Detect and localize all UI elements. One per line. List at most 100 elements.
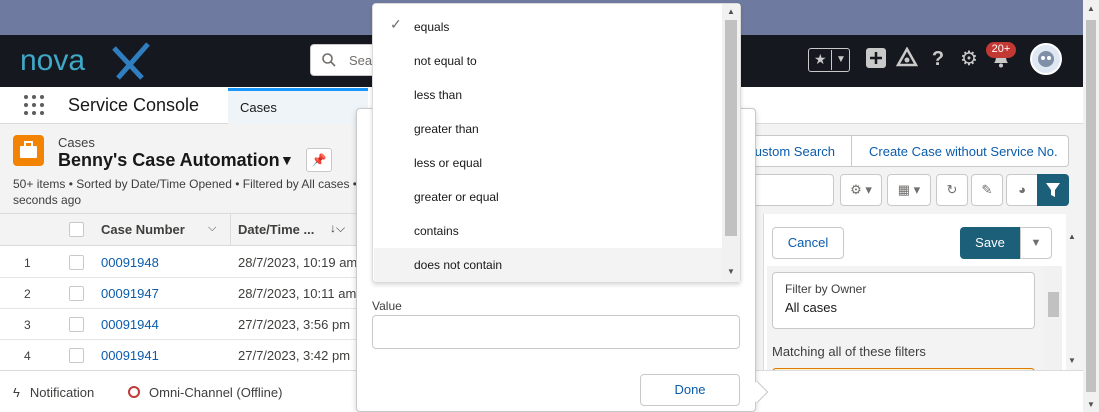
value-label: Value xyxy=(372,299,402,313)
edit-columns-button[interactable]: ✎ xyxy=(971,174,1003,206)
chevron-down-icon[interactable]: ▼ xyxy=(280,152,294,168)
table-row[interactable]: 2 00091947 28/7/2023, 10:11 am xyxy=(0,278,356,309)
operator-option[interactable]: contains xyxy=(374,214,724,248)
date-time-opened: 27/7/2023, 3:56 pm xyxy=(238,317,351,332)
star-icon: ★ xyxy=(814,51,827,67)
charts-button[interactable]: ◕ xyxy=(1006,174,1038,206)
date-time-opened: 27/7/2023, 3:42 pm xyxy=(238,348,351,363)
row-checkbox[interactable] xyxy=(69,255,84,270)
table-row[interactable]: 1 00091948 28/7/2023, 10:19 am xyxy=(0,247,358,278)
operator-option[interactable]: ✓ equals xyxy=(374,10,724,44)
scroll-down-icon[interactable]: ▼ xyxy=(1068,356,1076,365)
global-actions-icon[interactable] xyxy=(864,47,888,71)
sort-arrow-icon: ↓⌵ xyxy=(330,221,346,235)
operator-option[interactable]: greater or equal xyxy=(374,180,724,214)
column-divider xyxy=(230,213,231,246)
select-all-checkbox[interactable] xyxy=(69,222,84,237)
favorites-button[interactable]: ★ ▼ xyxy=(808,48,850,72)
chevron-down-icon[interactable]: ⌵ xyxy=(208,222,216,235)
help-icon[interactable]: ? xyxy=(926,47,950,71)
utility-label: Notification xyxy=(29,385,95,400)
case-number-link[interactable]: 00091947 xyxy=(101,286,159,301)
pin-icon[interactable]: 📌 xyxy=(306,148,332,172)
utility-omni-channel[interactable]: Omni-Channel (Offline) xyxy=(128,385,282,400)
utility-label: Omni-Channel (Offline) xyxy=(149,385,283,400)
table-row[interactable]: 4 00091941 27/7/2023, 3:42 pm xyxy=(0,340,356,371)
refresh-button[interactable]: ↻ xyxy=(936,174,968,206)
case-number-link[interactable]: 00091941 xyxy=(101,348,159,363)
pencil-icon: ✎ xyxy=(981,182,993,197)
operator-option[interactable]: does not contain xyxy=(374,248,724,282)
cancel-button[interactable]: Cancel xyxy=(772,227,844,259)
operator-option[interactable]: not equal to xyxy=(374,44,724,78)
done-button[interactable]: Done xyxy=(640,374,740,406)
refresh-icon: ↻ xyxy=(946,182,958,197)
dropdown-scroll-thumb[interactable] xyxy=(725,20,737,236)
tab-cases[interactable]: Cases xyxy=(228,88,368,124)
row-checkbox[interactable] xyxy=(69,317,84,332)
save-button[interactable]: Save xyxy=(960,227,1020,259)
operator-option[interactable]: less than xyxy=(374,78,724,112)
avatar[interactable] xyxy=(1030,43,1062,75)
option-label: greater or equal xyxy=(414,190,499,204)
date-time-opened: 28/7/2023, 10:19 am xyxy=(238,255,358,270)
case-number-link[interactable]: 00091948 xyxy=(101,255,159,270)
gear-icon: ⚙ ▾ xyxy=(850,182,872,197)
utility-notification[interactable]: ϟ Notification xyxy=(13,385,94,400)
column-header-date-time[interactable]: Date/Time ... xyxy=(238,222,314,237)
object-label: Cases xyxy=(58,135,95,150)
app-launcher-icon[interactable] xyxy=(24,95,46,117)
trailhead-icon[interactable] xyxy=(895,46,919,71)
table-icon: ▦ ▾ xyxy=(897,182,921,197)
lightning-icon: ϟ xyxy=(13,385,20,400)
global-search[interactable]: Search... xyxy=(310,44,401,76)
case-icon xyxy=(13,135,44,166)
display-as-button[interactable]: ▦ ▾ xyxy=(887,174,931,206)
column-header-case-number[interactable]: Case Number xyxy=(101,222,185,237)
list-info-line: 50+ items • Sorted by Date/Time Opened •… xyxy=(13,177,357,191)
offline-status-icon xyxy=(128,386,140,398)
pie-chart-icon: ◕ xyxy=(1018,182,1026,197)
case-number-link[interactable]: 00091944 xyxy=(101,317,159,332)
scroll-up-icon[interactable]: ▲ xyxy=(1068,232,1076,241)
create-case-button[interactable]: Create Case without Service No. xyxy=(851,135,1069,167)
check-icon: ✓ xyxy=(390,16,402,32)
scroll-down-icon[interactable]: ▼ xyxy=(1087,400,1095,409)
filter-panel-scrollbar[interactable] xyxy=(1044,266,1062,370)
operator-option[interactable]: less or equal xyxy=(374,146,724,180)
notification-badge: 20+ xyxy=(986,42,1016,58)
list-settings-button[interactable]: ⚙ ▾ xyxy=(840,174,882,206)
button-label: Create Case without Service No. xyxy=(869,144,1058,159)
filter-button[interactable] xyxy=(1037,174,1069,206)
operator-option[interactable]: greater than xyxy=(374,112,724,146)
filter-icon xyxy=(1046,183,1060,197)
row-number: 4 xyxy=(24,349,31,363)
row-checkbox[interactable] xyxy=(69,348,84,363)
list-view-title[interactable]: Benny's Case Automation xyxy=(58,150,280,171)
owner-filter-label: Filter by Owner xyxy=(785,282,867,296)
page-scroll-thumb[interactable] xyxy=(1086,20,1096,392)
custom-search-button[interactable]: ustom Search xyxy=(740,135,852,167)
table-row[interactable]: 3 00091944 27/7/2023, 3:56 pm xyxy=(0,309,356,340)
option-label: contains xyxy=(414,224,459,238)
novax-logo[interactable]: nova xyxy=(18,40,158,82)
scroll-up-icon[interactable]: ▲ xyxy=(1087,4,1095,13)
chevron-down-icon[interactable]: ▼ xyxy=(1020,227,1052,259)
search-icon xyxy=(322,53,336,67)
option-label: not equal to xyxy=(414,54,477,68)
operator-dropdown: ✓ equals not equal to less than greater than… xyxy=(372,3,741,283)
row-number: 2 xyxy=(24,287,31,301)
filter-panel-scroll-thumb[interactable] xyxy=(1048,292,1059,317)
row-number: 3 xyxy=(24,318,31,332)
matching-filters-heading: Matching all of these filters xyxy=(772,344,926,359)
scroll-down-icon[interactable]: ▼ xyxy=(727,267,735,276)
option-label: greater than xyxy=(414,122,479,136)
scroll-up-icon[interactable]: ▲ xyxy=(727,7,735,16)
option-label: less than xyxy=(414,88,463,102)
button-label: ustom Search xyxy=(754,144,835,159)
row-number: 1 xyxy=(24,256,31,270)
row-checkbox[interactable] xyxy=(69,286,84,301)
value-input[interactable] xyxy=(372,315,740,349)
gear-icon[interactable]: ⚙ xyxy=(957,47,981,71)
list-view-info: 50+ items • Sorted by Date/Time Opened •… xyxy=(13,176,363,208)
